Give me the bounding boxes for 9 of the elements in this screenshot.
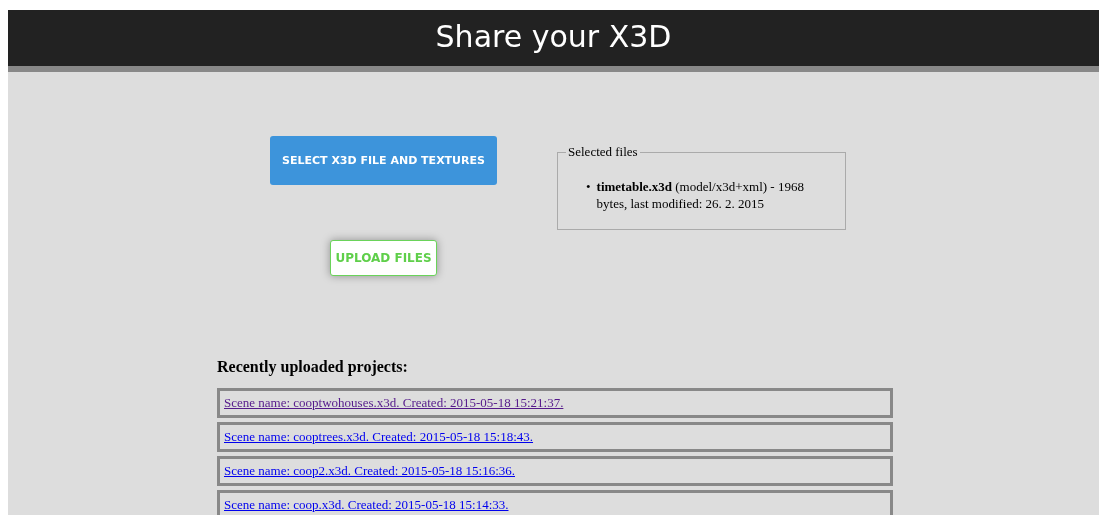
- project-link[interactable]: Scene name: coop.x3d. Created: 2015-05-18 15:14:33.: [224, 497, 509, 513]
- panel-legend: Selected files: [566, 144, 640, 160]
- project-link[interactable]: Scene name: cooptrees.x3d. Created: 2015-05-18 15:18:43.: [224, 429, 534, 445]
- file-entry: timetable.x3d (model/x3d+xml) - 1968 bytes, last modified: 26. 2. 2015: [596, 178, 805, 212]
- page-title: Share your X3D: [435, 18, 672, 56]
- project-link[interactable]: Scene name: coop2.x3d. Created: 2015-05-18 15:16:36.: [224, 463, 515, 479]
- bullet-icon: •: [586, 178, 591, 212]
- project-link[interactable]: Scene name: cooptwohouses.x3d. Created: 2015-05-18 15:21:37.: [224, 395, 564, 411]
- section-heading: Recently uploaded projects:: [217, 358, 409, 376]
